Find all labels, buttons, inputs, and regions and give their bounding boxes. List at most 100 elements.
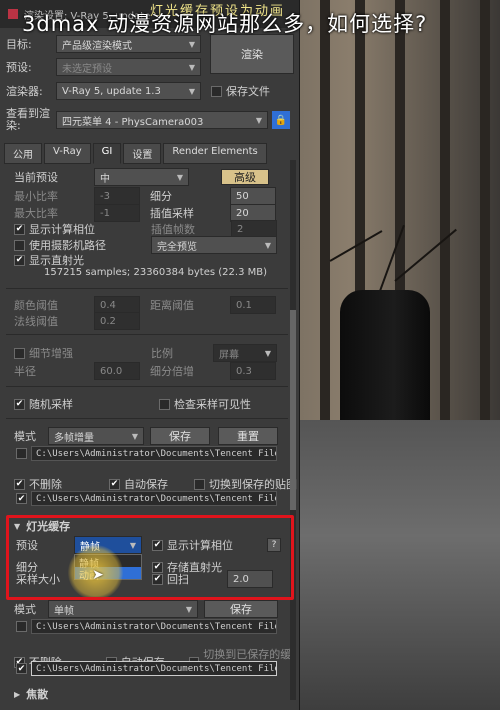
preview-dropdown[interactable]: 完全预览 ▼: [151, 236, 277, 254]
auto-save-checkbox[interactable]: ✔: [109, 478, 120, 490]
lc-path-field-1[interactable]: C:\Users\Administrator\Documents\Tencent…: [31, 619, 277, 634]
chevron-down-icon: ▼: [185, 604, 192, 614]
subdivs-label: 细分: [150, 190, 172, 203]
scale-value: 屏幕: [219, 349, 239, 361]
current-preset-label: 当前预设: [14, 171, 58, 184]
mode-dropdown[interactable]: 多帧增量 ▼: [48, 427, 144, 445]
current-preset-dropdown[interactable]: 中 ▼: [94, 168, 189, 186]
lc-mode-dropdown[interactable]: 单帧 ▼: [48, 600, 198, 618]
divider: [6, 386, 288, 387]
wall-panel: [440, 0, 450, 420]
gi-path-field-1[interactable]: C:\Users\Administrator\Documents\Tencent…: [31, 446, 277, 461]
path-checkbox[interactable]: ✔: [16, 493, 27, 504]
min-rate-spinner[interactable]: -3: [94, 187, 140, 205]
samples-info: 157215 samples; 23360384 bytes (22.3 MB): [44, 267, 268, 278]
color-thresh-label: 颜色阈值: [14, 299, 58, 312]
save-file-label: 保存文件: [226, 85, 270, 98]
no-delete-label: 不删除: [29, 478, 62, 491]
dist-thresh-spinner[interactable]: 0.1: [230, 296, 276, 314]
gi-save-button[interactable]: 保存: [150, 427, 210, 445]
min-rate-label: 最小比率: [14, 190, 58, 203]
path-checkbox[interactable]: ✔: [16, 663, 27, 674]
lock-icon[interactable]: 🔒: [272, 111, 290, 129]
caustics-header: 焦散: [26, 688, 49, 701]
preview-value: 完全预览: [157, 241, 197, 253]
preset-dropdown[interactable]: 未选定预设 ▼: [56, 58, 201, 76]
render-button[interactable]: 渲染: [210, 34, 294, 74]
show-direct-light-checkbox[interactable]: ✔: [14, 254, 25, 266]
dist-thresh-label: 距离阈值: [150, 299, 194, 312]
cursor-icon: ➤: [92, 567, 104, 583]
switch-saved-label: 切换到保存的贴图: [209, 478, 297, 491]
overlay-title: 3dmax 动漫资源网站那么多，如何选择?: [22, 12, 428, 36]
view-value: 四元菜单 4 - PhysCamera003: [62, 116, 204, 128]
view-dropdown[interactable]: 四元菜单 4 - PhysCamera003 ▼: [56, 111, 268, 129]
switch-saved-checkbox[interactable]: [194, 478, 205, 490]
interp-samples-label: 插值采样: [150, 207, 194, 220]
chevron-down-icon: ▼: [255, 115, 262, 125]
preset-value: 未选定预设: [62, 63, 112, 75]
chevron-down-icon: ▼: [264, 240, 271, 250]
tab-vray[interactable]: V-Ray: [44, 143, 91, 164]
preset-label: 预设:: [6, 61, 32, 74]
divider: [6, 334, 288, 335]
current-preset-value: 中: [100, 173, 110, 185]
random-samples-label: 随机采样: [29, 398, 73, 411]
path-checkbox[interactable]: [16, 448, 27, 459]
show-calc-phase-label: 显示计算相位: [29, 223, 95, 236]
chevron-down-icon: ▼: [188, 86, 195, 96]
interp-frames-label: 插值帧数: [151, 223, 195, 236]
scale-dropdown[interactable]: 屏幕 ▼: [213, 344, 277, 362]
expand-icon[interactable]: ▶: [14, 690, 20, 699]
highlight-box: [6, 515, 294, 600]
detail-enh-checkbox[interactable]: [14, 347, 25, 359]
tab-common[interactable]: 公用: [4, 143, 42, 164]
lc-mode-value: 单帧: [54, 605, 74, 617]
normal-thresh-spinner[interactable]: 0.2: [94, 312, 140, 330]
auto-save-label: 自动保存: [124, 478, 168, 491]
tab-gi[interactable]: GI: [92, 143, 122, 164]
use-camera-path-label: 使用摄影机路径: [29, 239, 106, 252]
scrollbar-thumb[interactable]: [290, 310, 296, 510]
max-rate-label: 最大比率: [14, 207, 58, 220]
subdiv-mult-spinner[interactable]: 0.3: [230, 362, 276, 380]
show-calc-phase-checkbox[interactable]: ✔: [14, 223, 25, 235]
normal-thresh-label: 法线阈值: [14, 315, 58, 328]
gi-reset-button[interactable]: 重置: [218, 427, 278, 445]
show-direct-light-label: 显示直射光: [29, 254, 84, 267]
chevron-down-icon: ▼: [176, 172, 183, 182]
chevron-down-icon: ▼: [188, 39, 195, 49]
use-camera-path-checkbox[interactable]: [14, 239, 25, 251]
path-checkbox[interactable]: [16, 621, 27, 632]
random-samples-checkbox[interactable]: ✔: [14, 398, 25, 410]
no-delete-checkbox[interactable]: ✔: [14, 478, 25, 490]
subdivs-spinner[interactable]: 50: [230, 187, 276, 205]
floor: [290, 420, 500, 710]
tab-bar: 公用 V-Ray GI 设置 Render Elements: [4, 143, 267, 164]
view-label: 查看到渲染:: [6, 107, 50, 132]
renderer-label: 渲染器:: [6, 85, 43, 98]
mode-label: 模式: [14, 430, 36, 443]
chevron-down-icon: ▼: [264, 348, 271, 358]
check-visibility-checkbox[interactable]: [159, 398, 170, 410]
tab-render-elements[interactable]: Render Elements: [163, 143, 267, 164]
gi-path-field-2[interactable]: C:\Users\Administrator\Documents\Tencent…: [31, 491, 277, 506]
chevron-down-icon: ▼: [131, 431, 138, 441]
tab-settings[interactable]: 设置: [123, 143, 162, 164]
renderer-dropdown[interactable]: V-Ray 5, update 1.3 ▼: [56, 82, 201, 100]
advanced-button[interactable]: 高级: [221, 169, 269, 185]
divider: [6, 418, 288, 419]
chevron-down-icon: ▼: [188, 62, 195, 72]
render-setup-dialog: 渲染设置: V-Ray 5, update 目标: 产品级渲染模式 ▼ 渲染 预设…: [0, 0, 300, 710]
lc-mode-label: 模式: [14, 603, 36, 616]
radius-label: 半径: [14, 365, 36, 378]
wall-panel: [480, 0, 490, 420]
renderer-value: V-Ray 5, update 1.3: [62, 85, 161, 97]
lc-save-button[interactable]: 保存: [204, 600, 278, 618]
radius-spinner[interactable]: 60.0: [94, 362, 140, 380]
mode-value: 多帧增量: [54, 432, 94, 444]
wall-panel: [320, 0, 330, 420]
scrollbar[interactable]: [290, 160, 296, 700]
save-file-checkbox[interactable]: [211, 85, 222, 97]
lc-path-field-2[interactable]: C:\Users\Administrator\Documents\Tencent…: [31, 661, 277, 676]
